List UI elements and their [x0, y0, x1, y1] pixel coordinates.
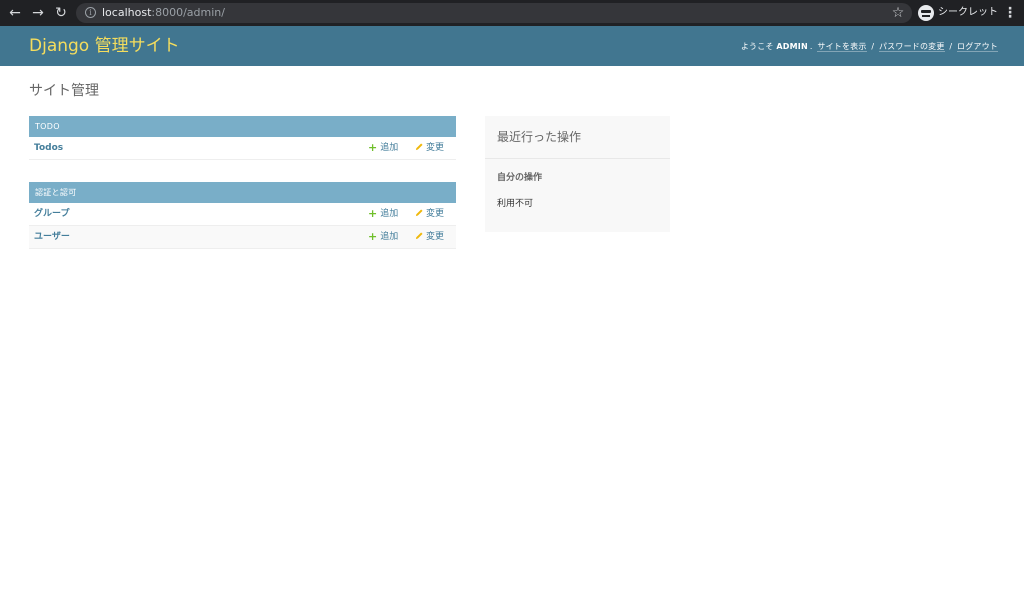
- view-site-link[interactable]: サイトを表示: [817, 42, 867, 52]
- add-link[interactable]: + 追加: [368, 208, 398, 220]
- module-caption[interactable]: 認証と認可: [29, 182, 456, 203]
- app-module-auth: 認証と認可 グループ + 追加 変更 ユーザー + 追加 変更: [29, 182, 456, 249]
- module-caption[interactable]: TODO: [29, 116, 456, 137]
- url-host: localhost: [102, 6, 152, 19]
- change-link[interactable]: 変更: [415, 142, 444, 154]
- model-row-users: ユーザー + 追加 変更: [29, 226, 456, 249]
- model-row-groups: グループ + 追加 変更: [29, 203, 456, 226]
- add-label: 追加: [380, 143, 399, 153]
- model-row-todos: Todos + 追加 変更: [29, 137, 456, 160]
- profile-label: シークレット: [938, 7, 998, 18]
- add-label: 追加: [380, 232, 399, 242]
- my-actions-heading: 自分の操作: [497, 173, 543, 183]
- add-link[interactable]: + 追加: [368, 231, 398, 243]
- recent-actions-title: 最近行った操作: [497, 130, 582, 144]
- kebab-menu-icon[interactable]: ⋮: [1003, 3, 1017, 23]
- address-bar[interactable]: i localhost:8000/admin/: [76, 3, 912, 23]
- change-link[interactable]: 変更: [415, 231, 444, 243]
- site-branding[interactable]: Django 管理サイト: [29, 35, 180, 57]
- model-link-todos[interactable]: Todos: [34, 142, 63, 154]
- back-arrow-icon[interactable]: ←: [5, 3, 25, 23]
- plus-icon: +: [368, 230, 378, 243]
- change-link[interactable]: 変更: [415, 208, 444, 220]
- change-label: 変更: [426, 209, 445, 219]
- incognito-icon: [918, 5, 934, 21]
- change-label: 変更: [426, 143, 445, 153]
- plus-icon: +: [368, 207, 378, 220]
- username: ADMIN: [776, 42, 808, 51]
- separator: /: [871, 42, 875, 51]
- star-icon[interactable]: ☆: [889, 3, 907, 23]
- pencil-icon: [415, 209, 423, 217]
- divider: [485, 158, 670, 159]
- pencil-icon: [415, 232, 423, 240]
- browser-toolbar: ← → ↻ i localhost:8000/admin/ ☆ シークレット ⋮: [0, 0, 1024, 26]
- incognito-profile-button[interactable]: シークレット: [914, 3, 998, 23]
- model-link-users[interactable]: ユーザー: [34, 231, 70, 243]
- add-link[interactable]: + 追加: [368, 142, 398, 154]
- welcome-text: ようこそ: [740, 42, 774, 51]
- model-link-groups[interactable]: グループ: [34, 208, 69, 220]
- change-label: 変更: [426, 232, 445, 242]
- no-actions-text: 利用不可: [497, 199, 534, 209]
- recent-actions-panel: 最近行った操作 自分の操作 利用不可: [485, 116, 670, 232]
- user-tools: ようこそ ADMIN. サイトを表示 / パスワードの変更 / ログアウト: [741, 41, 998, 52]
- password-change-link[interactable]: パスワードの変更: [878, 42, 945, 52]
- pencil-icon: [415, 143, 423, 151]
- page-title: サイト管理: [29, 83, 99, 99]
- url-text[interactable]: localhost:8000/admin/: [102, 6, 225, 20]
- forward-arrow-icon[interactable]: →: [28, 3, 48, 23]
- logout-link[interactable]: ログアウト: [957, 42, 998, 52]
- reload-icon[interactable]: ↻: [51, 3, 71, 23]
- info-icon[interactable]: i: [85, 7, 96, 18]
- url-path: :8000/admin/: [151, 6, 225, 19]
- admin-header: Django 管理サイト ようこそ ADMIN. サイトを表示 / パスワードの…: [0, 26, 1024, 66]
- separator: /: [949, 42, 953, 51]
- app-module-todo: TODO Todos + 追加 変更: [29, 116, 456, 160]
- plus-icon: +: [368, 141, 378, 154]
- punct: .: [809, 42, 813, 51]
- add-label: 追加: [380, 209, 399, 219]
